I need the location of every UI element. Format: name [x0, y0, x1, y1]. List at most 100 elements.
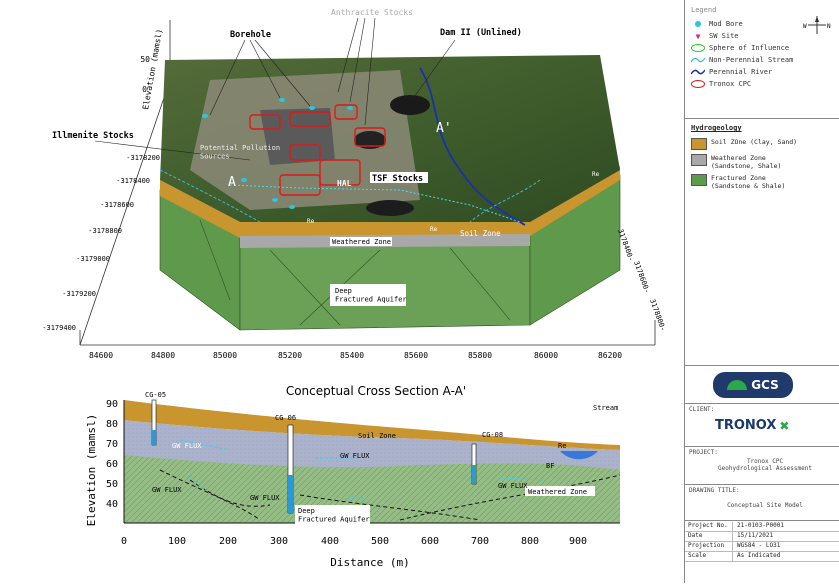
tronox-logo: TRONOX ✖ — [715, 418, 789, 433]
drawing-title-label: DRAWING TITLE: — [689, 487, 740, 494]
main-figure: Elevation (mamsl) 50 0 -3178200 -3178400… — [0, 0, 684, 583]
gw-flux-label: GW FLUX — [250, 494, 280, 502]
easting-tick: 85200 — [278, 351, 302, 360]
recharge-label: Re — [592, 171, 600, 178]
plant-area — [260, 108, 335, 165]
title-block-table: Project No. 21-0103-P0001 Date 15/11/202… — [685, 522, 839, 562]
easting-tick: 85000 — [213, 351, 237, 360]
stream-label: Stream — [593, 404, 618, 412]
section-soil-label: Soil Zone — [358, 432, 396, 440]
tb-value: 15/11/2021 — [737, 532, 774, 539]
hydro-label: Fractured Zone (Sandstone & Shale) — [711, 174, 786, 190]
section-x-tick: 900 — [569, 536, 587, 547]
sw-site-icon: ▼ — [695, 31, 701, 41]
dam-label: Dam II (Unlined) — [440, 27, 522, 38]
block-soil-label: Soil Zone — [460, 229, 501, 238]
section-deep-text: Deep — [298, 507, 315, 515]
legend-label: Perennial River — [709, 68, 773, 76]
section-x-tick: 200 — [219, 536, 237, 547]
legend-label: Sphere of Influence — [709, 44, 790, 52]
section-title: Conceptual Cross Section A-A' — [286, 384, 466, 398]
non-perennial-stream-icon — [691, 57, 705, 63]
northing-tick: -3178800 — [88, 227, 122, 235]
northing-tick: -3178600 — [100, 201, 134, 209]
gw-flux-label: GW FLUX — [172, 442, 202, 450]
multiline-text: Fractured Aquifer — [298, 515, 370, 523]
easting-tick: 85400 — [340, 351, 364, 360]
pollution-text: Potential Pollution — [200, 144, 280, 152]
tb-value: 21-0103-P0001 — [737, 522, 784, 529]
tb-key: Projection — [685, 542, 733, 551]
legend-label: SW Site — [709, 32, 739, 40]
legend-item-perennial: Perennial River — [691, 68, 772, 76]
tb-key: Date — [685, 532, 733, 541]
easting-ticks: 84600 84800 85000 85200 85400 85600 8580… — [89, 351, 622, 360]
svg-text:W: W — [803, 23, 807, 30]
legend-item-non-perennial: Non-Perennial Stream — [691, 56, 793, 64]
section-x-tick: 100 — [168, 536, 186, 547]
section-a-label: A — [228, 175, 236, 190]
tronox-logo-text: TRONOX — [715, 418, 777, 433]
elevation-axis: Elevation (mamsl) 50 0 — [140, 28, 164, 110]
section-y-tick: 90 — [106, 399, 118, 410]
client-label: CLIENT: — [689, 406, 715, 413]
easting-tick: 84800 — [151, 351, 175, 360]
soil-swatch — [691, 138, 707, 150]
northing-tick-right: 3178800- — [648, 298, 667, 332]
title-block-top — [685, 365, 839, 366]
section-x-tick: 600 — [421, 536, 439, 547]
legend-title: Legend — [691, 6, 717, 14]
block-deep-text: Deep — [335, 287, 352, 295]
hydrogeology-title: Hydrogeology — [691, 124, 742, 132]
section-x-tick: 800 — [521, 536, 539, 547]
legend-label: Tronox CPC — [709, 80, 752, 88]
tb-key: Scale — [685, 552, 733, 561]
tb-divider — [685, 484, 839, 485]
tb-key: Project No. — [685, 522, 733, 531]
section-x-tick: 300 — [270, 536, 288, 547]
section-y-ticks: 90 80 70 60 50 40 — [106, 399, 118, 510]
gcs-logo-icon — [727, 380, 748, 390]
tb-divider — [685, 403, 839, 404]
compass-label: N — [827, 23, 831, 30]
easting-tick: 86000 — [534, 351, 558, 360]
dam-ii — [390, 95, 430, 115]
legend-item-tronox: Tronox CPC — [691, 80, 751, 88]
legend-panel: Legend W N Mod Bore ▼ SW Site Sphere of … — [684, 0, 839, 583]
elevation-axis-label: Elevation (mamsl) — [141, 28, 164, 110]
section-x-label: Distance (m) — [330, 556, 409, 569]
legend-item-sw-site: ▼ SW Site — [691, 31, 739, 41]
hydro-label: Soil ZOne (Clay, Sand) — [711, 138, 798, 146]
multiline-text: Sources — [200, 152, 230, 160]
project-label: PROJECT: — [689, 449, 718, 456]
legend-label: Mod Bore — [709, 20, 743, 28]
section-x-tick: 700 — [471, 536, 489, 547]
legend-item-mod-bore: Mod Bore — [691, 20, 743, 28]
section-x-tick: 0 — [121, 536, 127, 547]
section-a-prime-label: A' — [436, 121, 452, 136]
gw-flux-label: GW FLUX — [340, 452, 370, 460]
easting-tick: 84600 — [89, 351, 113, 360]
northing-tick: -3178400 — [116, 177, 150, 185]
northing-tick: -3179000 — [76, 255, 110, 263]
recharge-label: Re — [307, 218, 315, 225]
elev-tick-0: 0 — [142, 85, 147, 94]
anthracite-stocks-label: Anthracite Stocks — [331, 8, 413, 17]
figure-canvas: Elevation (mamsl) 50 0 -3178200 -3178400… — [42, 8, 667, 569]
northing-tick: -3178200 — [126, 154, 160, 162]
section-x-tick: 500 — [371, 536, 389, 547]
hydro-fractured: Fractured Zone (Sandstone & Shale) — [691, 174, 785, 190]
northing-ticks: -3178200 -3178400 -3178600 -3178800 -317… — [42, 154, 160, 332]
weathered-swatch — [691, 154, 707, 166]
section-y-label: Elevation (mamsl) — [85, 414, 98, 527]
tb-row-projection: Projection WGS84 - LO31 — [685, 542, 839, 552]
tronox-logo-icon: ✖ — [779, 418, 790, 433]
section-recharge-label: Re — [558, 442, 566, 450]
fractured-swatch — [691, 174, 707, 186]
legend-label: Non-Perennial Stream — [709, 56, 794, 64]
section-x-tick: 400 — [321, 536, 339, 547]
gw-flux-label: GW FLUX — [498, 482, 528, 490]
bore-cg05-label: CG-05 — [145, 391, 166, 399]
tb-row-date: Date 15/11/2021 — [685, 532, 839, 542]
easting-tick: 85600 — [404, 351, 428, 360]
